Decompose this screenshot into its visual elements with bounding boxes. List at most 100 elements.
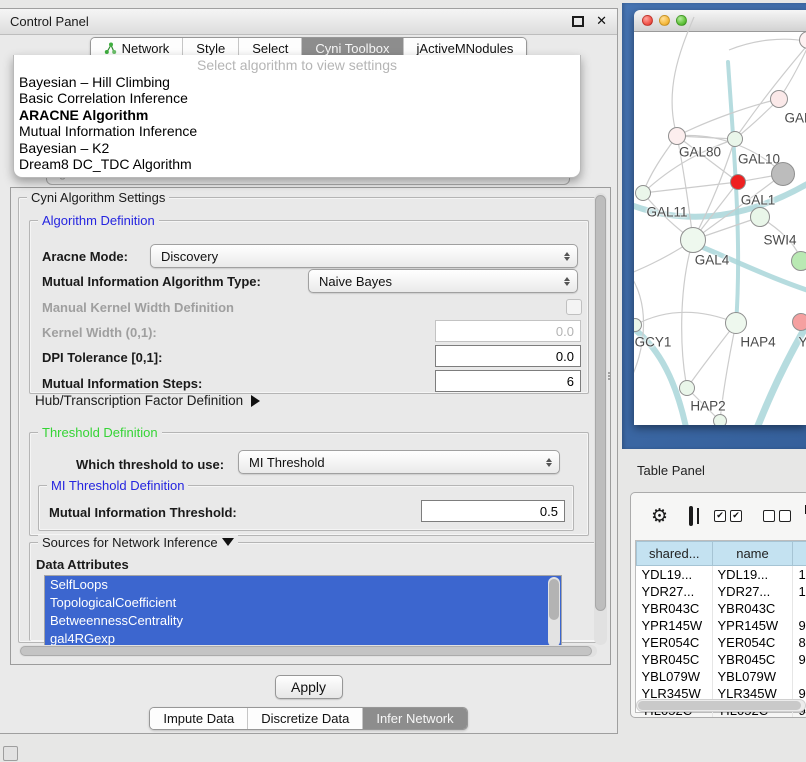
attribute-item-topologicalcoefficient[interactable]: TopologicalCoefficient <box>45 594 561 612</box>
sources-title: Sources for Network Inference <box>42 535 218 550</box>
minimize-traffic-light[interactable] <box>659 15 670 26</box>
tab-discretize-data[interactable]: Discretize Data <box>247 708 362 729</box>
close-icon[interactable]: ✕ <box>596 14 607 29</box>
node-label-gal: GAL <box>784 111 806 126</box>
mi-threshold-label: Mutual Information Threshold: <box>49 505 237 520</box>
network-node[interactable] <box>771 162 795 186</box>
table-row[interactable]: YBL079WYBL079W <box>637 668 806 685</box>
table-horizontal-scrollbar[interactable] <box>636 699 806 712</box>
tab-impute-data[interactable]: Impute Data <box>150 708 247 729</box>
zoom-traffic-light[interactable] <box>676 15 687 26</box>
apply-button[interactable]: Apply <box>275 675 343 699</box>
table-cell: 9. <box>793 617 806 634</box>
aracne-mode-value: Discovery <box>161 249 218 264</box>
tab-label: jActiveMNodules <box>417 41 514 56</box>
table-row[interactable]: YDR27...YDR27...12 <box>637 583 806 600</box>
table-cell: YDL19... <box>712 566 793 584</box>
dpi-tolerance-input[interactable] <box>435 345 581 367</box>
network-tab-icon <box>104 42 117 55</box>
tab-infer-network[interactable]: Infer Network <box>362 708 466 729</box>
table-cell: 13 <box>793 566 806 584</box>
network-node-gal4[interactable] <box>680 227 706 253</box>
mi-type-combo[interactable]: Naive Bayes <box>308 269 578 293</box>
table-cell: YBR045C <box>712 651 793 668</box>
minimized-panel-button[interactable] <box>3 746 18 761</box>
mi-type-value: Naive Bayes <box>319 274 392 289</box>
table-cell: 9. <box>793 651 806 668</box>
mi-threshold-group-title: MI Threshold Definition <box>47 478 188 493</box>
algorithm-option-bayesian-hill-climbing[interactable]: Bayesian – Hill Climbing <box>14 74 580 90</box>
network-node[interactable] <box>713 414 727 425</box>
column-header-a[interactable]: A <box>793 542 806 566</box>
manual-kernel-checkbox[interactable] <box>566 299 582 315</box>
network-node-gal[interactable] <box>770 90 788 108</box>
tab-label: Select <box>252 41 288 56</box>
table-cell: 8. <box>793 634 806 651</box>
list-scrollbar[interactable] <box>548 577 560 647</box>
combo-stepper-icon <box>546 458 552 467</box>
table-row[interactable]: YBR045CYBR045C9. <box>637 651 806 668</box>
close-traffic-light[interactable] <box>642 15 653 26</box>
table-cell: YDR27... <box>712 583 793 600</box>
which-threshold-combo[interactable]: MI Threshold <box>238 450 560 474</box>
node-label-gal10: GAL10 <box>738 152 780 167</box>
tab-label: Network <box>122 41 170 56</box>
network-node-swi4[interactable] <box>750 207 770 227</box>
node-label-gal11: GAL11 <box>646 205 687 220</box>
algorithm-option-aracne-algorithm[interactable]: ARACNE Algorithm <box>14 107 580 123</box>
network-node-gal11[interactable] <box>635 185 651 201</box>
mi-steps-input[interactable] <box>435 370 581 392</box>
network-window-titlebar[interactable] <box>634 10 806 32</box>
float-window-icon[interactable] <box>572 16 584 27</box>
table-row[interactable]: YDL19...YDL19...13 <box>637 566 806 584</box>
mi-threshold-input[interactable] <box>421 500 565 522</box>
kernel-width-input[interactable] <box>435 320 581 342</box>
splitter-handle[interactable] <box>606 371 612 381</box>
table-row[interactable]: YPR145WYPR145W9. <box>637 617 806 634</box>
table-cell: 12 <box>793 583 806 600</box>
table-panel: ⚙ ✔✔ shared...nameA YDL19...YDL19...13YD… <box>630 492 806 718</box>
table-cell: YER054C <box>637 634 713 651</box>
algorithm-option-mutual-information-inference[interactable]: Mutual Information Inference <box>14 123 580 139</box>
table-cell <box>793 668 806 685</box>
gear-icon[interactable]: ⚙ <box>651 507 668 526</box>
node-label-y: Y <box>798 335 806 350</box>
expanded-arrow-icon <box>222 538 234 546</box>
select-all-checks-icon[interactable]: ✔✔ <box>714 510 742 522</box>
deselect-all-checks-icon[interactable] <box>763 510 791 522</box>
network-node-gal80[interactable] <box>668 127 686 145</box>
network-node-gal1[interactable] <box>730 174 746 190</box>
network-node-hap4[interactable] <box>725 312 747 334</box>
control-panel-titlebar: Control Panel ✕ <box>0 9 617 35</box>
sources-toggle[interactable]: Sources for Network Inference <box>38 535 238 550</box>
algorithm-option-bayesian-k2[interactable]: Bayesian – K2 <box>14 140 580 156</box>
table-cell: YDL19... <box>637 566 713 584</box>
algorithm-options: Bayesian – Hill ClimbingBasic Correlatio… <box>14 74 580 172</box>
settings-horizontal-scrollbar[interactable] <box>19 645 597 657</box>
attribute-item-betweennesscentrality[interactable]: BetweennessCentrality <box>45 612 561 630</box>
algorithm-option-dream8-dc-tdc-algorithm[interactable]: Dream8 DC_TDC Algorithm <box>14 156 580 172</box>
network-node-gal10[interactable] <box>727 131 743 147</box>
attribute-item-selfloops[interactable]: SelfLoops <box>45 576 561 594</box>
group-title: Cyni Algorithm Settings <box>27 190 169 205</box>
node-table: shared...nameA YDL19...YDL19...13YDR27..… <box>635 540 806 713</box>
table-cell: YBR045C <box>637 651 713 668</box>
columns-icon[interactable] <box>689 506 693 526</box>
network-node[interactable] <box>791 251 806 271</box>
column-header-shared[interactable]: shared... <box>637 542 713 566</box>
table-cell: YPR145W <box>637 617 713 634</box>
network-node-y[interactable] <box>792 313 806 331</box>
network-canvas[interactable]: GALGAL80GAL10GAL1GAL11SWI4GAL4GCY1HAP4YH… <box>634 32 806 425</box>
tab-segments: Impute Data Discretize DataInfer Network <box>149 707 467 730</box>
tab-label: Impute Data <box>163 711 234 726</box>
network-node-hap2[interactable] <box>679 380 695 396</box>
algorithm-option-basic-correlation-inference[interactable]: Basic Correlation Inference <box>14 90 580 106</box>
node-label-hap4: HAP4 <box>740 335 775 350</box>
column-header-name[interactable]: name <box>712 542 793 566</box>
table-row[interactable]: YBR043CYBR043C <box>637 600 806 617</box>
aracne-mode-combo[interactable]: Discovery <box>150 244 578 268</box>
settings-vertical-scrollbar[interactable] <box>594 193 607 645</box>
hub-definition-toggle[interactable]: Hub/Transcription Factor Definition <box>35 393 260 408</box>
mi-threshold-group: MI Threshold Definition Mutual Informati… <box>38 485 574 531</box>
table-row[interactable]: YER054CYER054C8. <box>637 634 806 651</box>
